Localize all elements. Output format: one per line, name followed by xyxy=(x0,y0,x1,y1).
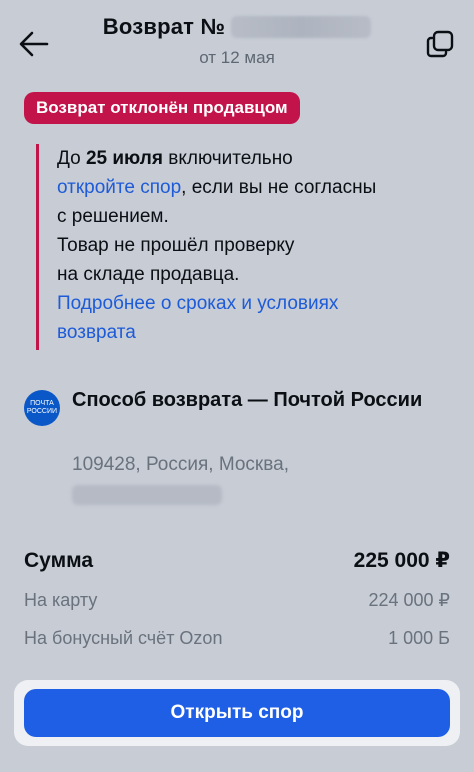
bonus-refund-label: На бонусный счёт Ozon xyxy=(24,628,223,648)
terms-link-line-2[interactable]: возврата xyxy=(57,318,456,347)
title-block: Возврат № от 12 мая xyxy=(0,14,474,68)
bonus-refund-value: 1 000 Б xyxy=(388,628,450,648)
deadline-line: До 25 июля включительно xyxy=(57,144,456,173)
card-refund-label: На карту xyxy=(24,590,98,610)
open-dispute-link[interactable]: откройте спор xyxy=(57,177,181,198)
reason-line-2: на складе продавца. xyxy=(57,264,240,285)
title-prefix: Возврат № xyxy=(102,14,226,39)
page-subtitle: от 12 мая xyxy=(199,48,275,67)
open-dispute-rest: , если вы не согласны xyxy=(181,177,377,198)
terms-link-line-1[interactable]: Подробнее о сроках и условиях xyxy=(57,289,456,318)
total-label: Сумма xyxy=(24,548,94,572)
footer-bar: Открыть спор xyxy=(14,680,460,746)
card-refund-value: 224 000 ₽ xyxy=(368,590,450,610)
open-dispute-line: откройте спор, если вы не согласны xyxy=(57,173,456,202)
dispute-info: До 25 июля включительно откройте спор, е… xyxy=(36,144,456,350)
header: Возврат № от 12 мая xyxy=(0,0,474,84)
deadline-date: 25 июля xyxy=(85,148,163,169)
total-row: Сумма 225 000 ₽ xyxy=(24,548,450,573)
bonus-refund-row: На бонусный счёт Ozon 1 000 Б xyxy=(24,628,450,649)
open-dispute-button[interactable]: Открыть спор xyxy=(24,689,450,737)
copy-icon xyxy=(426,30,454,58)
deadline-prefix: До xyxy=(57,148,86,169)
decision-line: с решением. xyxy=(57,206,169,227)
return-number-redacted xyxy=(231,16,372,38)
reason-line-1: Товар не прошёл проверку xyxy=(57,235,295,256)
status-badge: Возврат отклонён продавцом xyxy=(24,92,300,124)
deadline-suffix: включительно xyxy=(162,148,293,169)
russian-post-logo: ПОЧТА РОССИИ xyxy=(24,390,60,426)
page-title: Возврат № xyxy=(102,14,372,40)
total-value: 225 000 ₽ xyxy=(353,549,450,572)
card-refund-row: На карту 224 000 ₽ xyxy=(24,590,450,611)
return-address: 109428, Россия, Москва, xyxy=(72,450,452,510)
address-line-2-redacted xyxy=(72,480,452,510)
address-line-1: 109428, Россия, Москва, xyxy=(72,454,289,475)
return-method-title: Способ возврата — Почтой России xyxy=(72,389,423,411)
copy-button[interactable] xyxy=(420,24,460,64)
